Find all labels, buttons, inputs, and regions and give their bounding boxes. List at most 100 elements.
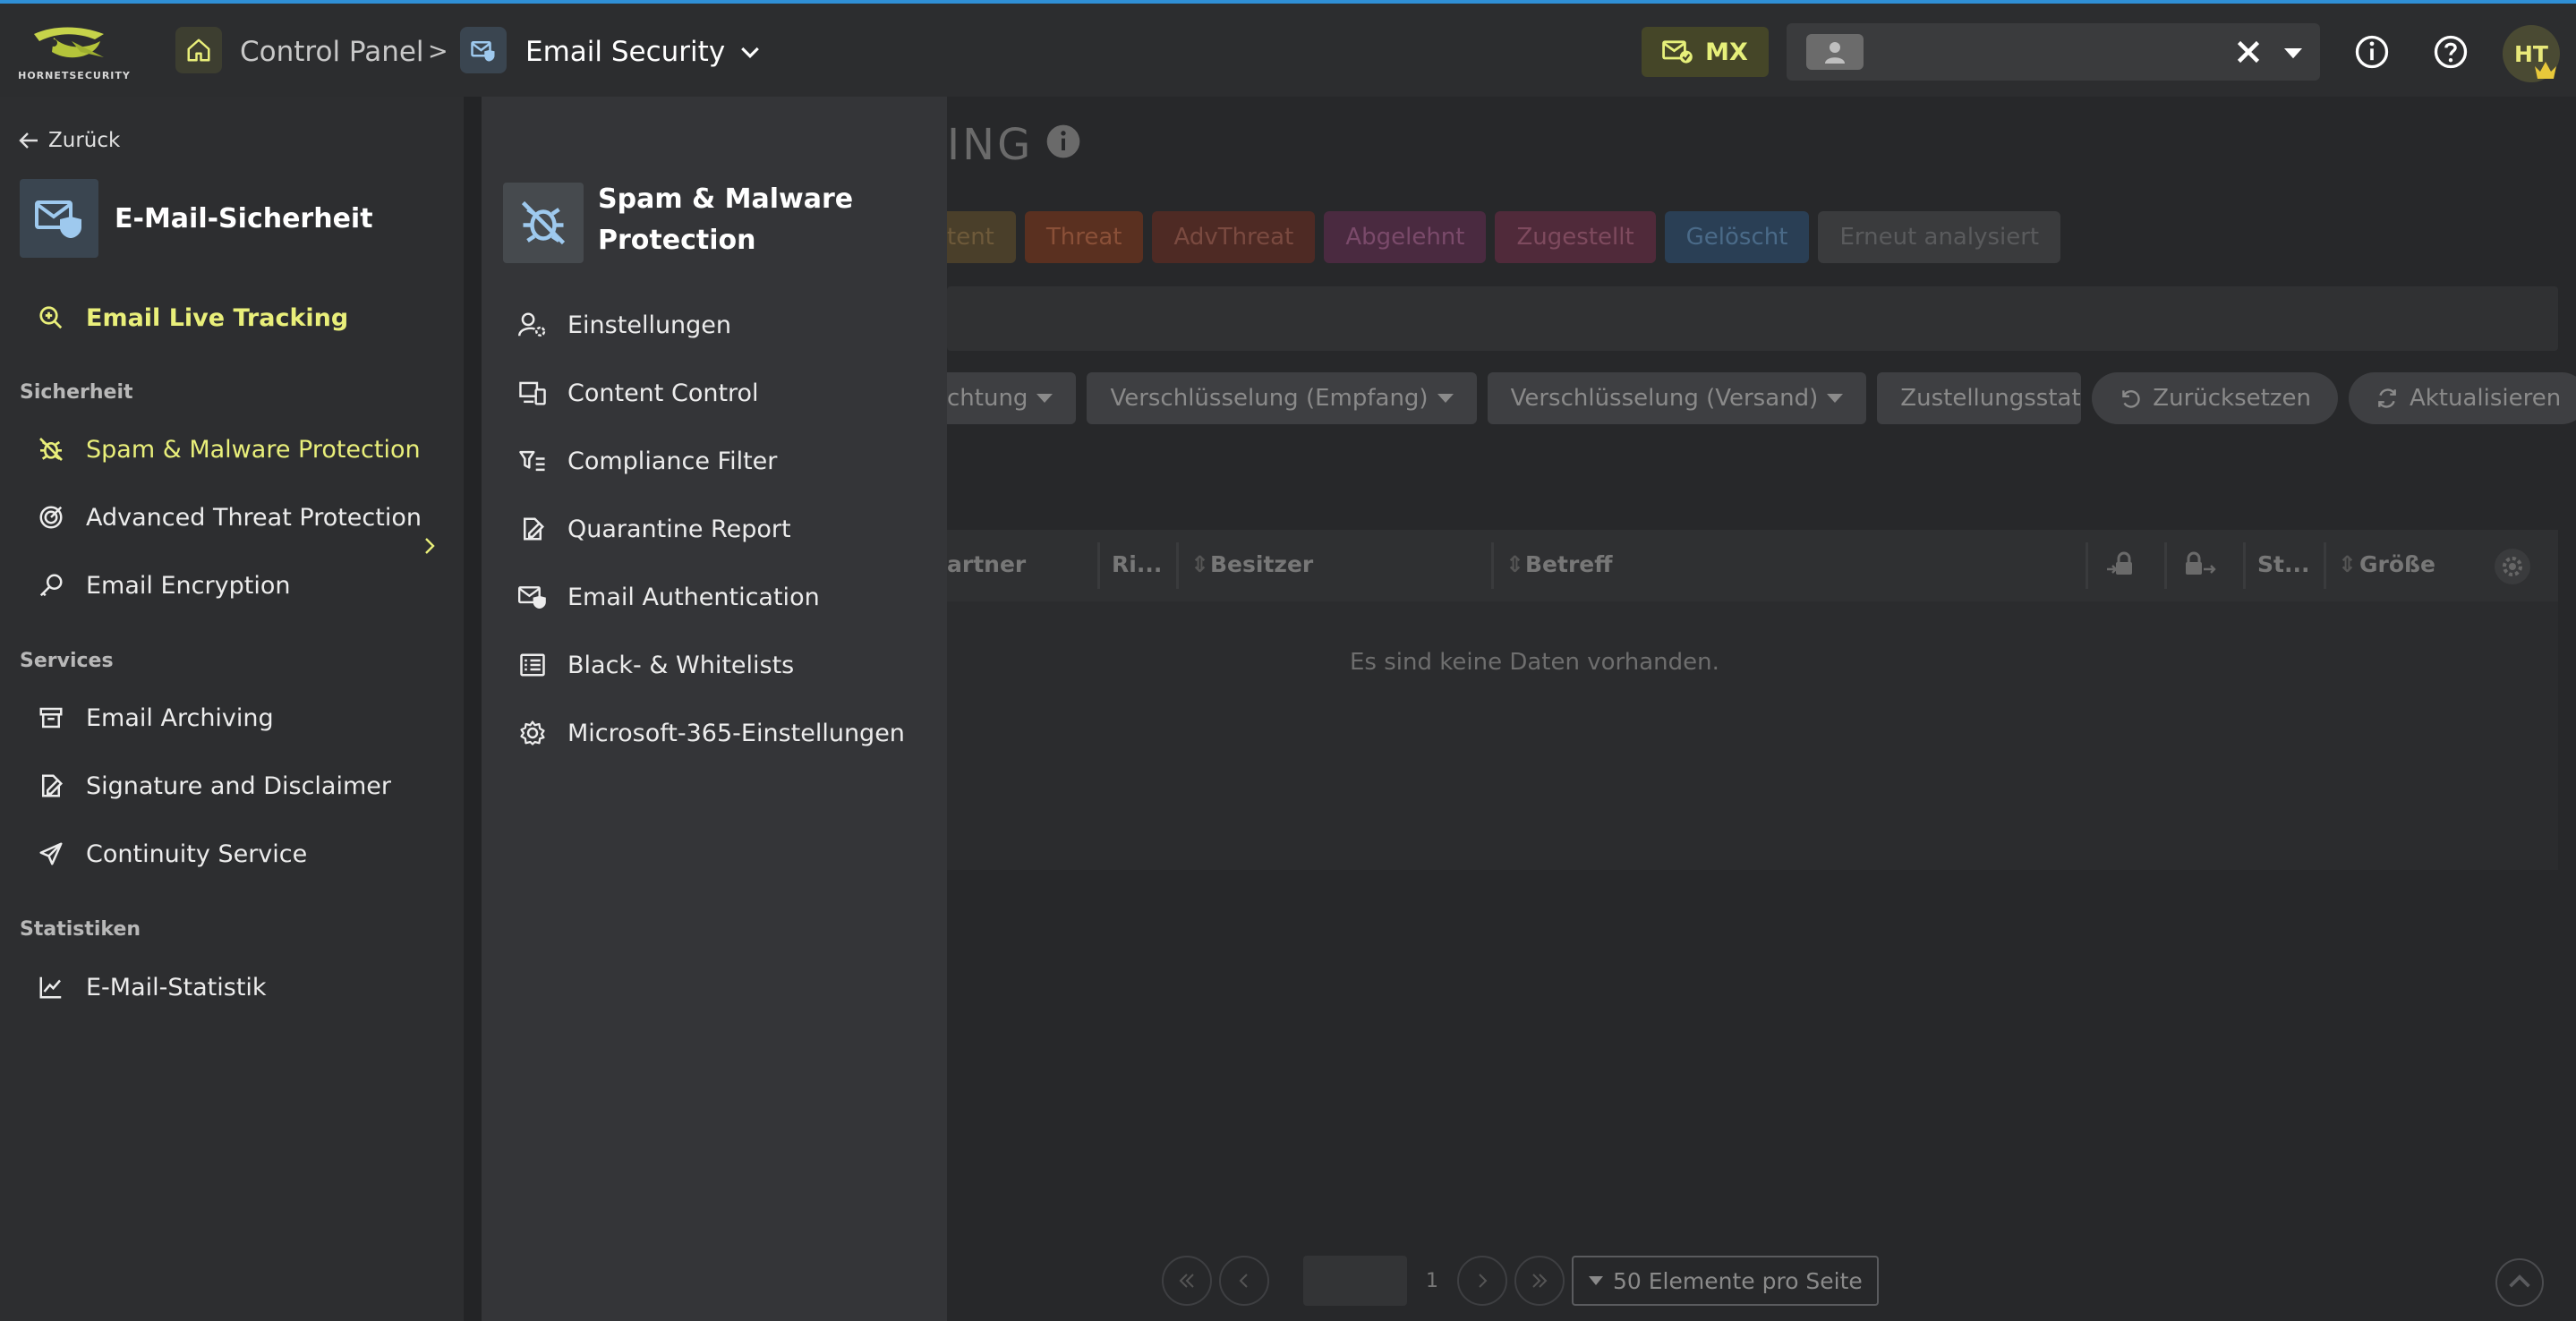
filter-list-icon [519,450,545,472]
submenu-einstellungen[interactable]: Einstellungen [517,304,731,345]
col-groesse[interactable]: Größe [2359,551,2435,577]
sort-icon: ⇕ [1190,551,1209,577]
chevron-up-icon [2509,1274,2530,1288]
nav-email-encryption[interactable]: Email Encryption [36,565,290,606]
prev-page-button[interactable] [1219,1256,1269,1306]
group-label-statistiken: Statistiken [20,918,141,941]
email-security-button[interactable] [460,27,507,73]
col-besitzer[interactable]: Besitzer [1210,551,1313,577]
nav-continuity-service[interactable]: Continuity Service [36,833,307,874]
per-page-select[interactable]: 50 Elemente pro Seite [1572,1256,1879,1306]
key-icon [39,574,63,597]
col-partner[interactable]: artner [947,551,1026,577]
page-count: 1 [1426,1269,1438,1292]
mail-check-icon [1662,40,1693,64]
first-page-button[interactable] [1162,1256,1212,1306]
page-input[interactable] [1303,1256,1407,1306]
arrow-left-icon [19,132,38,149]
archive-icon [39,707,63,729]
double-chevron-left-icon [1179,1274,1194,1288]
zoom-in-icon [39,306,63,329]
col-divider [2164,542,2167,589]
title-info-icon[interactable] [1045,124,1081,159]
col-richtung[interactable]: Ri... [1112,551,1162,577]
caret-down-icon [1437,394,1454,403]
sidebar-divider [464,97,482,1321]
group-label-sicherheit: Sicherheit [20,381,133,404]
back-link[interactable]: Zurück [18,129,120,152]
mx-badge[interactable]: MX [1642,27,1769,77]
home-icon [187,38,210,62]
next-page-button[interactable] [1457,1256,1507,1306]
nav-advanced-threat-protection[interactable]: Advanced Threat Protection [36,497,422,538]
double-chevron-right-icon [1532,1274,1548,1288]
table-body [947,601,2558,870]
lock-in-icon[interactable] [2105,551,2137,580]
target-icon [39,506,63,529]
last-page-button[interactable] [1514,1256,1565,1306]
customer-search[interactable] [1787,23,2320,81]
filter-richtung[interactable]: chtung [947,372,1077,424]
tag-threat[interactable]: Threat [1024,211,1144,263]
crown-icon [2535,62,2556,79]
status-tags: tent Threat AdvThreat Abgelehnt Zugestel… [947,211,2061,263]
sort-icon: ⇕ [2338,551,2357,577]
refresh-icon [2378,388,2396,408]
sort-icon: ⇕ [1506,551,1524,577]
submenu-black-whitelists[interactable]: Black- & Whitelists [517,644,794,686]
col-divider [1097,542,1100,589]
submenu-compliance-filter[interactable]: Compliance Filter [517,440,777,482]
nav-email-statistik[interactable]: E-Mail-Statistik [36,967,267,1008]
pagination: 1 50 Elemente pro Seite [1162,1256,1879,1306]
submenu-quarantine-report[interactable]: Quarantine Report [517,508,791,550]
breadcrumb-control-panel[interactable]: Control Panel [240,36,424,68]
col-betreff[interactable]: Betreff [1525,551,1613,577]
chevron-right-icon [425,538,435,554]
submenu-content-control[interactable]: Content Control [517,372,759,413]
customer-search-input[interactable] [1876,34,2198,70]
help-icon[interactable] [2431,32,2470,72]
nav-email-archiving[interactable]: Email Archiving [36,697,274,738]
user-gear-icon [518,312,546,337]
close-icon[interactable] [2232,36,2265,68]
caret-down-icon[interactable] [2279,39,2307,66]
no-data-message: Es sind keine Daten vorhanden. [1350,649,1719,676]
email-shield-icon [20,179,98,258]
info-icon[interactable] [2352,32,2392,72]
tag-advthreat[interactable]: AdvThreat [1152,211,1316,263]
nav-signature-disclaimer[interactable]: Signature and Disclaimer [36,765,391,806]
devices-icon [519,381,546,405]
filter-verschluesselung-versand[interactable]: Verschlüsselung (Versand) [1487,372,1867,424]
header: HORNETSECURITY Control Panel > Email Sec… [0,4,2576,97]
filter-zustellungsstatus[interactable]: Zustellungsstat [1877,372,2082,424]
tag-abgelehnt[interactable]: Abgelehnt [1324,211,1487,263]
chevron-down-icon[interactable] [734,39,766,66]
scroll-to-top-button[interactable] [2495,1258,2544,1307]
tag-erneut-analysiert[interactable]: Erneut analysiert [1818,211,2061,263]
breadcrumb-separator: > [428,38,448,65]
refresh-button[interactable]: Aktualisieren [2348,372,2576,424]
main-search-bar[interactable] [947,286,2558,351]
breadcrumb-email-security[interactable]: Email Security [525,36,725,68]
column-settings-gear-icon[interactable] [2494,548,2531,585]
caret-down-icon [1589,1276,1603,1285]
nav-email-live-tracking[interactable]: Email Live Tracking [36,297,348,338]
submenu-email-authentication[interactable]: Email Authentication [517,576,820,618]
nav-spam-malware-protection[interactable]: Spam & Malware Protection [36,429,421,470]
reset-button[interactable]: Zurücksetzen [2092,372,2338,424]
col-divider [2243,542,2246,589]
col-divider [2324,542,2326,589]
main-content: ING tent Threat AdvThreat Abgelehnt Zuge… [947,97,2576,1321]
home-button[interactable] [175,27,222,73]
filter-verschluesselung-empfang[interactable]: Verschlüsselung (Empfang) [1087,372,1477,424]
tag-zugestellt[interactable]: Zugestellt [1495,211,1656,263]
col-status[interactable]: St... [2257,551,2309,577]
section-header: E-Mail-Sicherheit [20,179,373,258]
hornetsecurity-logo[interactable]: HORNETSECURITY [18,21,131,84]
lock-out-icon[interactable] [2184,551,2216,580]
gear-icon [520,720,545,746]
submenu-microsoft-365-einstellungen[interactable]: Microsoft-365-Einstellungen [517,712,905,754]
tag-geloescht[interactable]: Gelöscht [1664,211,1810,263]
tag-content[interactable]: tent [947,211,1016,263]
mx-label: MX [1705,38,1748,66]
